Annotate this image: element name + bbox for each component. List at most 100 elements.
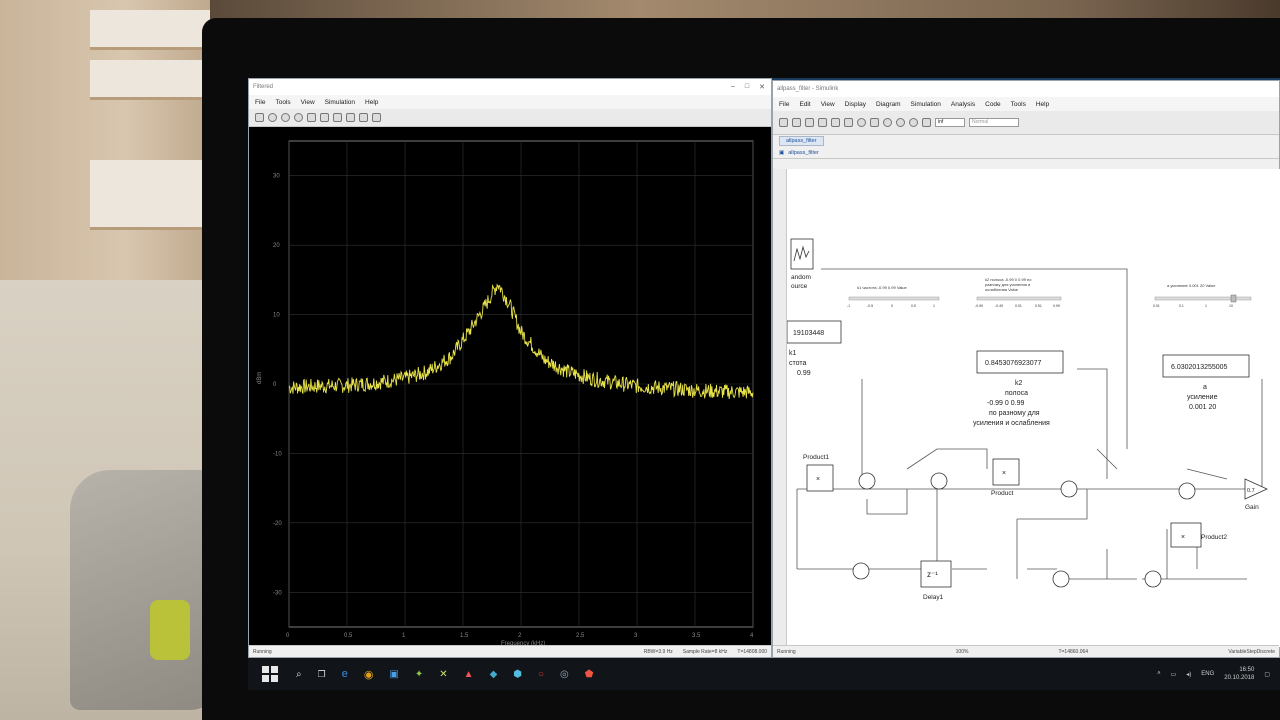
tools-icon[interactable]: ✕ (439, 669, 447, 680)
menu-view[interactable]: View (301, 99, 315, 106)
edge-icon[interactable]: e (342, 668, 348, 680)
y-tick-label: -30 (273, 590, 282, 596)
sum-block[interactable] (852, 562, 870, 580)
product2-block[interactable] (1170, 522, 1202, 548)
scope-titlebar: Filtered – □ ✕ (249, 79, 771, 95)
menu-tools[interactable]: Tools (275, 99, 290, 106)
slider2-tick: 0.01 (1015, 304, 1022, 308)
menu-help[interactable]: Help (1036, 101, 1049, 108)
step-icon[interactable] (281, 113, 290, 122)
undo-icon[interactable] (818, 118, 827, 127)
menu-edit[interactable]: Edit (799, 101, 810, 108)
cursor-icon[interactable] (346, 113, 355, 122)
redo-icon[interactable] (831, 118, 840, 127)
slider2-track[interactable] (976, 296, 1062, 301)
menu-help[interactable]: Help (365, 99, 378, 106)
shelf-item (90, 60, 210, 100)
spectrum-plot[interactable]: 0 0.5 1 1.5 2 2.5 3 3.5 4 30 20 10 0 -10 -20 -30 Frequen… (249, 127, 771, 646)
menu-diagram[interactable]: Diagram (876, 101, 901, 108)
settings-icon[interactable] (255, 113, 264, 122)
search-icon[interactable]: ⌕ (296, 669, 302, 680)
simulink-menubar: File Edit View Display Diagram Simulatio… (773, 97, 1279, 111)
notification-icon[interactable]: ▢ (1264, 671, 1270, 678)
zoom-icon[interactable] (320, 113, 329, 122)
menu-file[interactable]: File (255, 99, 265, 106)
open-icon[interactable] (792, 118, 801, 127)
tab-allpass-filter[interactable]: allpass_filter (779, 136, 824, 146)
system-tray: ˄ ▭ ◂) ENG 16:50 20.10.2018 ▢ (1157, 666, 1280, 682)
step-back-icon[interactable] (870, 118, 879, 127)
menu-analysis[interactable]: Analysis (951, 101, 975, 108)
sum-block[interactable] (1060, 480, 1078, 498)
simulink-icon[interactable]: ◆ (490, 669, 498, 680)
chevron-up-icon[interactable]: ˄ (1157, 671, 1161, 677)
simulink-status-time: T=14860.064 (1058, 648, 1089, 655)
model-canvas[interactable]: andom ource k1 частота -0.99 0.99 Value … (787, 169, 1280, 647)
new-model-icon[interactable] (779, 118, 788, 127)
autoscale-icon[interactable] (333, 113, 342, 122)
sum-block[interactable] (858, 472, 876, 490)
chrome-icon[interactable]: ◉ (364, 668, 374, 681)
sum-block[interactable] (930, 472, 948, 490)
menu-file[interactable]: File (779, 101, 789, 108)
matlab-icon[interactable]: ▲ (464, 669, 474, 680)
menu-view[interactable]: View (821, 101, 835, 108)
random-source-block[interactable] (790, 238, 814, 270)
menu-code[interactable]: Code (985, 101, 1001, 108)
sim-mode-select[interactable]: Normal (969, 118, 1019, 127)
random-source-label: andom (791, 274, 811, 281)
opera-icon[interactable]: ○ (538, 669, 544, 680)
shelf-item (90, 160, 210, 230)
slider2-tick: -0.49 (995, 304, 1003, 308)
peak-icon[interactable] (372, 113, 381, 122)
close-icon[interactable]: ✕ (759, 83, 765, 91)
simulink-statusbar: Running 100% T=14860.064 VariableStepDis… (773, 645, 1279, 657)
slider3-track[interactable] (1154, 296, 1252, 301)
outlook-icon[interactable]: ▣ (389, 669, 398, 680)
maximize-icon[interactable]: □ (745, 83, 749, 91)
clock[interactable]: 16:50 20.10.2018 (1224, 666, 1254, 682)
slider1-tick: 0.5 (911, 304, 916, 308)
settings-icon[interactable] (857, 118, 866, 127)
app-icon[interactable]: ✦ (415, 669, 423, 680)
desktop-screen: Filtered – □ ✕ File Tools View Simulatio… (248, 78, 1280, 690)
a-label: a (1203, 384, 1207, 391)
measure-icon[interactable] (359, 113, 368, 122)
slider1-track[interactable] (848, 296, 940, 301)
stop-icon[interactable] (909, 118, 918, 127)
app-icon[interactable]: ◎ (560, 669, 569, 680)
scope-icon[interactable] (922, 118, 931, 127)
menu-simulation[interactable]: Simulation (325, 99, 355, 106)
sum-block[interactable] (1178, 482, 1196, 500)
sum-block[interactable] (1144, 570, 1162, 588)
minimize-icon[interactable]: – (731, 83, 735, 91)
shield-icon[interactable]: ⬢ (513, 669, 522, 680)
menu-simulation[interactable]: Simulation (911, 101, 941, 108)
network-icon[interactable]: ▭ (1171, 671, 1177, 678)
multiply-icon: × (1002, 470, 1006, 477)
sum-block[interactable] (1052, 570, 1070, 588)
stop-time-input[interactable]: inf (935, 118, 965, 127)
library-icon[interactable] (844, 118, 853, 127)
k2-label: по разному для (989, 410, 1040, 417)
slider3-tick: 1 (1205, 304, 1207, 308)
acrobat-icon[interactable]: ⬟ (585, 669, 594, 680)
highlight-icon[interactable] (307, 113, 316, 122)
step-forward-icon[interactable] (896, 118, 905, 127)
simulink-window: allpass_filter - Simulink File Edit View… (772, 80, 1280, 658)
k2-label: полоса (1005, 390, 1028, 397)
scope-status-rate: Sample Rate=8 kHz (682, 648, 728, 655)
pause-icon[interactable] (883, 118, 892, 127)
menu-tools[interactable]: Tools (1011, 101, 1026, 108)
volume-icon[interactable]: ◂) (1186, 671, 1191, 678)
windows-start-icon[interactable] (262, 666, 278, 682)
language-indicator[interactable]: ENG (1201, 671, 1214, 677)
breadcrumb-label[interactable]: allpass_filter (788, 150, 819, 156)
stop-icon[interactable] (294, 113, 303, 122)
task-view-icon[interactable]: ❐ (318, 669, 326, 680)
slider3-thumb[interactable] (1230, 294, 1237, 303)
wire (866, 489, 908, 515)
menu-display[interactable]: Display (845, 101, 866, 108)
run-icon[interactable] (268, 113, 277, 122)
save-icon[interactable] (805, 118, 814, 127)
